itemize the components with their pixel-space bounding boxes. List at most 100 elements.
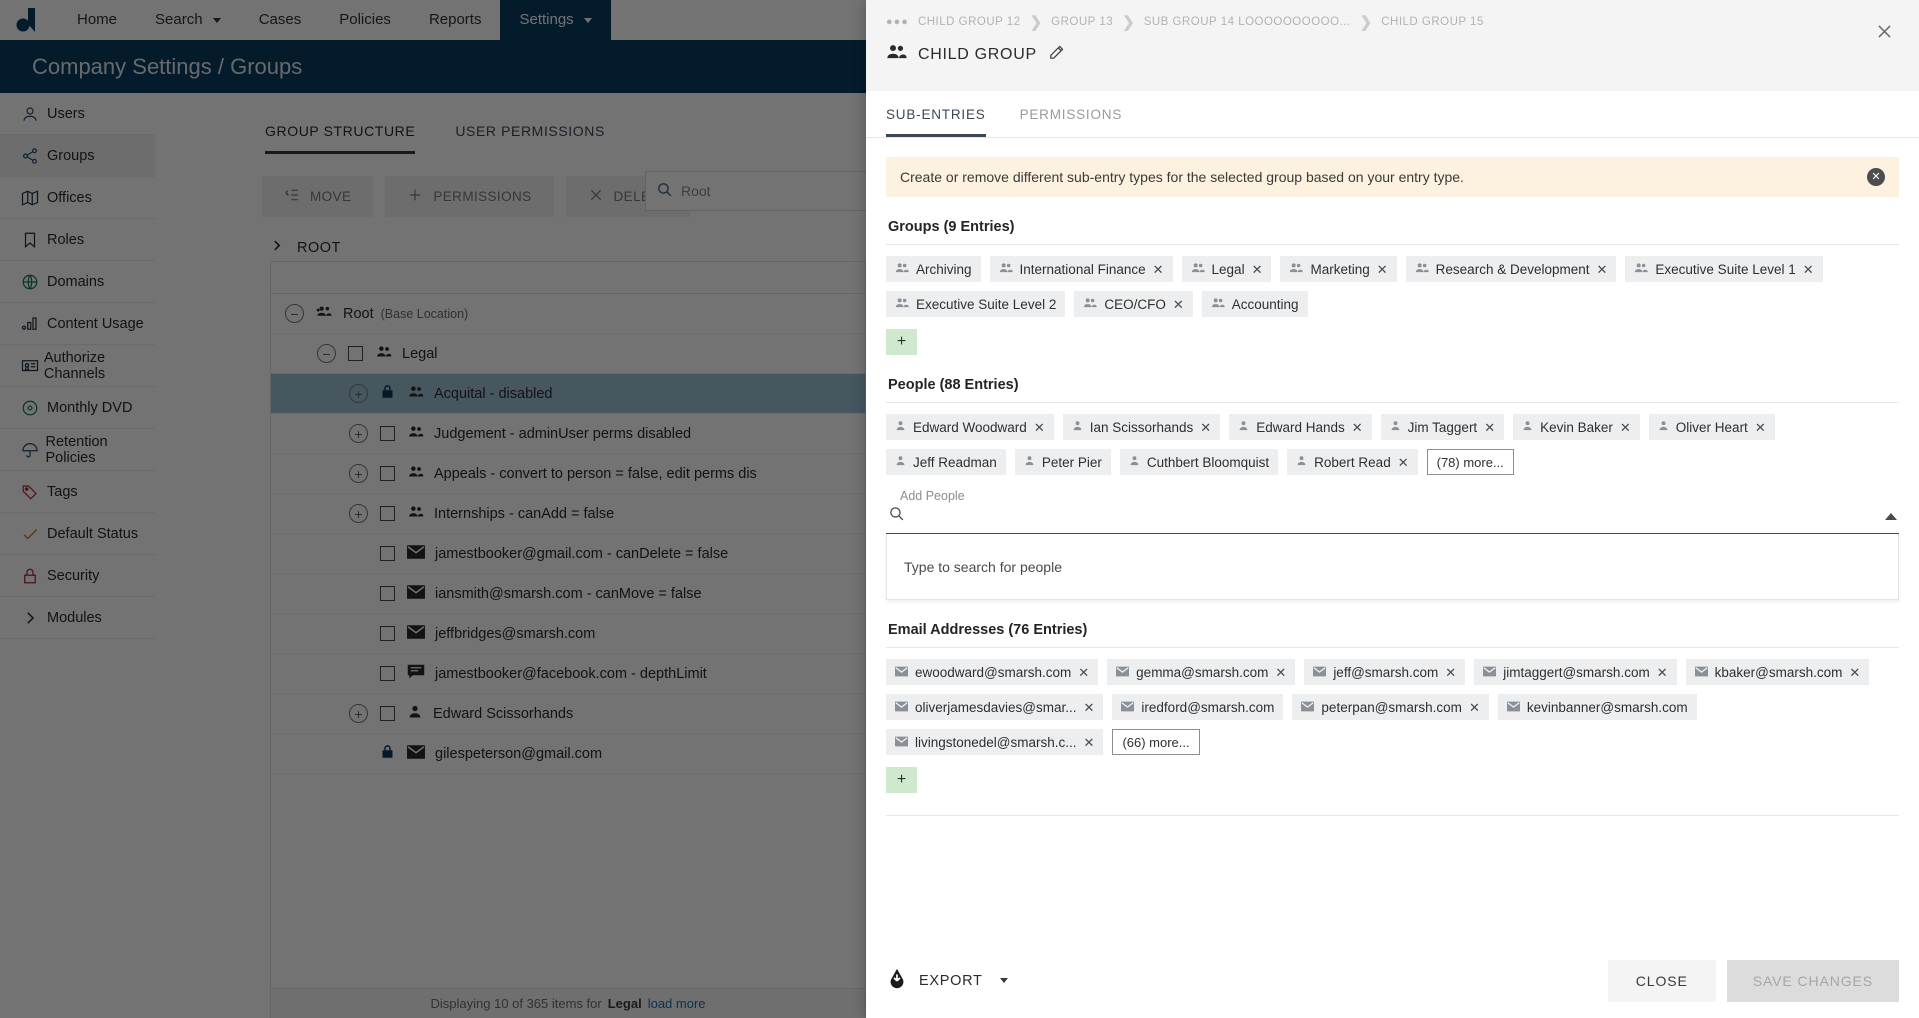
chip-remove-icon[interactable]: ✕ xyxy=(1200,421,1211,434)
chip-group[interactable]: Legal ✕ xyxy=(1181,256,1272,282)
breadcrumb-overflow-dots[interactable]: ●●● xyxy=(886,16,909,28)
chip-remove-icon[interactable]: ✕ xyxy=(1275,666,1286,679)
expand-toggle-icon[interactable]: + xyxy=(349,464,368,483)
add-group-button[interactable]: + xyxy=(886,329,917,355)
sidebar-item-modules[interactable]: Modules xyxy=(0,597,155,639)
tab-permissions[interactable]: PERMISSIONS xyxy=(1020,107,1123,137)
chip-person[interactable]: Cuthbert Bloomquist xyxy=(1119,449,1279,475)
move-button[interactable]: MOVE xyxy=(262,176,374,217)
tab-sub-entries[interactable]: SUB-ENTRIES xyxy=(886,107,986,137)
table-row[interactable]: jamestbooker@gmail.com - canDelete = fal… xyxy=(271,534,865,574)
row-checkbox[interactable] xyxy=(380,546,395,561)
breadcrumb-item[interactable]: GROUP 13 xyxy=(1051,16,1113,28)
add-people-input[interactable] xyxy=(915,505,1875,527)
nav-item-home[interactable]: Home xyxy=(58,0,136,40)
chip-person[interactable]: Oliver Heart ✕ xyxy=(1648,414,1775,440)
row-checkbox[interactable] xyxy=(380,626,395,641)
chip-remove-icon[interactable]: ✕ xyxy=(1034,421,1045,434)
save-changes-button[interactable]: SAVE CHANGES xyxy=(1726,959,1899,1002)
chip-group[interactable]: Research & Development ✕ xyxy=(1405,256,1617,282)
sidebar-item-monthly-dvd[interactable]: Monthly DVD xyxy=(0,387,155,429)
chip-remove-icon[interactable]: ✕ xyxy=(1597,263,1608,276)
close-icon[interactable] xyxy=(1871,18,1897,44)
table-row[interactable]: + Judgement - adminUser perms disabled xyxy=(271,414,865,454)
chip-person[interactable]: Jim Taggert ✕ xyxy=(1380,414,1505,440)
sidebar-item-security[interactable]: Security xyxy=(0,555,155,597)
chip-email[interactable]: kbaker@smarsh.com ✕ xyxy=(1685,659,1870,685)
expand-toggle-icon[interactable]: + xyxy=(349,504,368,523)
expand-toggle-icon[interactable]: + xyxy=(349,704,368,723)
row-checkbox[interactable] xyxy=(380,706,395,721)
chip-group[interactable]: International Finance ✕ xyxy=(989,256,1173,282)
row-checkbox[interactable] xyxy=(380,586,395,601)
chip-email[interactable]: ewoodward@smarsh.com ✕ xyxy=(886,659,1099,685)
chip-email[interactable]: jeff@smarsh.com ✕ xyxy=(1304,659,1466,685)
export-button[interactable]: EXPORT xyxy=(886,968,1008,994)
row-checkbox[interactable] xyxy=(348,346,363,361)
sidebar-item-domains[interactable]: Domains xyxy=(0,261,155,303)
chip-group[interactable]: Archiving xyxy=(886,256,981,282)
chip-email[interactable]: oliverjamesdavies@smar... ✕ xyxy=(886,694,1104,720)
chip-person[interactable]: Jeff Readman xyxy=(886,449,1006,475)
chip-group[interactable]: CEO/CFO ✕ xyxy=(1074,291,1193,317)
chip-email[interactable]: iredford@smarsh.com xyxy=(1112,694,1284,720)
chip-remove-icon[interactable]: ✕ xyxy=(1849,666,1860,679)
emails-more-button[interactable]: (66) more... xyxy=(1112,729,1200,755)
chip-remove-icon[interactable]: ✕ xyxy=(1620,421,1631,434)
chip-remove-icon[interactable]: ✕ xyxy=(1469,701,1480,714)
chip-remove-icon[interactable]: ✕ xyxy=(1657,666,1668,679)
chip-person[interactable]: Peter Pier xyxy=(1014,449,1111,475)
nav-item-search[interactable]: Search xyxy=(136,0,240,40)
table-row[interactable]: + Acquital - disabled xyxy=(271,374,865,414)
pencil-icon[interactable] xyxy=(1048,44,1065,66)
chip-group[interactable]: Accounting xyxy=(1201,291,1308,317)
people-more-button[interactable]: (78) more... xyxy=(1426,449,1514,475)
load-more-link[interactable]: load more xyxy=(648,996,706,1011)
sidebar-item-tags[interactable]: Tags xyxy=(0,471,155,513)
expand-toggle-icon[interactable]: + xyxy=(349,384,368,403)
chip-remove-icon[interactable]: ✕ xyxy=(1084,701,1095,714)
sidebar-item-users[interactable]: Users xyxy=(0,93,155,135)
permissions-button[interactable]: PERMISSIONS xyxy=(385,176,554,217)
row-checkbox[interactable] xyxy=(380,506,395,521)
close-button[interactable]: CLOSE xyxy=(1607,959,1716,1002)
row-checkbox[interactable] xyxy=(380,666,395,681)
add-email-button[interactable]: + xyxy=(886,767,917,793)
row-checkbox[interactable] xyxy=(380,466,395,481)
chip-remove-icon[interactable]: ✕ xyxy=(1398,456,1409,469)
chip-person[interactable]: Robert Read ✕ xyxy=(1287,449,1418,475)
sidebar-item-roles[interactable]: Roles xyxy=(0,219,155,261)
chip-group[interactable]: Executive Suite Level 1 ✕ xyxy=(1625,256,1823,282)
breadcrumb-item[interactable]: SUB GROUP 14 LOOOOOOOOOO... xyxy=(1144,16,1351,28)
row-checkbox[interactable] xyxy=(380,426,395,441)
chip-remove-icon[interactable]: ✕ xyxy=(1173,298,1184,311)
table-row[interactable]: + Edward Scissorhands xyxy=(271,694,865,734)
chevron-up-icon[interactable] xyxy=(1885,512,1897,520)
chip-email[interactable]: jimtaggert@smarsh.com ✕ xyxy=(1474,659,1677,685)
sidebar-item-content-usage[interactable]: Content Usage xyxy=(0,303,155,345)
table-row[interactable]: − Root (Base Location) xyxy=(271,294,865,334)
chip-group[interactable]: Executive Suite Level 2 xyxy=(886,291,1066,317)
people-search-dropdown[interactable]: Type to search for people xyxy=(886,534,1899,600)
chip-remove-icon[interactable]: ✕ xyxy=(1078,666,1089,679)
table-row[interactable]: jamestbooker@facebook.com - depthLimit xyxy=(271,654,865,694)
nav-item-policies[interactable]: Policies xyxy=(320,0,410,40)
chip-remove-icon[interactable]: ✕ xyxy=(1377,263,1388,276)
sidebar-item-retention-policies[interactable]: Retention Policies xyxy=(0,429,155,471)
tab-user-permissions[interactable]: USER PERMISSIONS xyxy=(455,123,605,154)
search-input[interactable]: Root xyxy=(645,171,866,211)
nav-item-settings[interactable]: Settings xyxy=(500,0,611,40)
tab-group-structure[interactable]: GROUP STRUCTURE xyxy=(265,123,416,154)
table-row[interactable]: − Legal xyxy=(271,334,865,374)
chip-remove-icon[interactable]: ✕ xyxy=(1153,263,1164,276)
sidebar-item-default-status[interactable]: Default Status xyxy=(0,513,155,555)
chip-remove-icon[interactable]: ✕ xyxy=(1803,263,1814,276)
chip-person[interactable]: Ian Scissorhands ✕ xyxy=(1062,414,1221,440)
chip-remove-icon[interactable]: ✕ xyxy=(1084,736,1095,749)
table-row[interactable]: + Appeals - convert to person = false, e… xyxy=(271,454,865,494)
chip-remove-icon[interactable]: ✕ xyxy=(1252,263,1263,276)
sidebar-item-offices[interactable]: Offices xyxy=(0,177,155,219)
chip-group[interactable]: Marketing ✕ xyxy=(1280,256,1397,282)
table-row[interactable]: gilespeterson@gmail.com xyxy=(271,734,865,774)
root-breadcrumb-row[interactable]: ROOT xyxy=(155,217,866,256)
